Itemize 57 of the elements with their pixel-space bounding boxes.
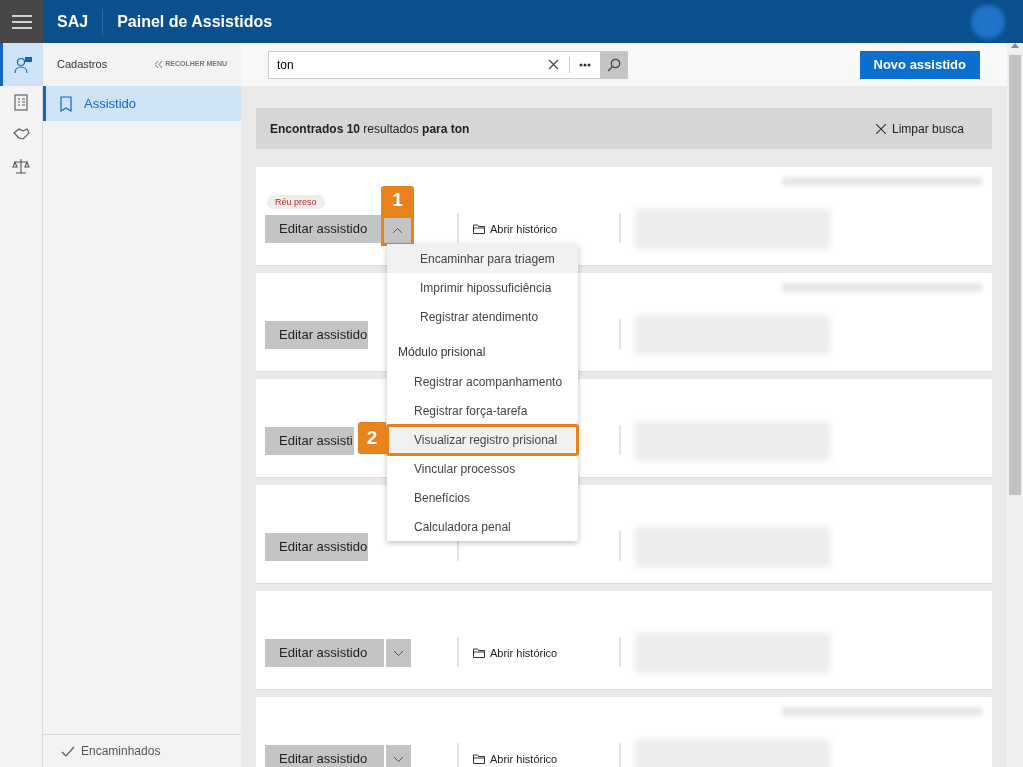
- search-icon: [606, 57, 621, 72]
- sidebar-item[interactable]: Assistido: [43, 86, 241, 121]
- results-summary: Encontrados 10 resultados para ton: [270, 120, 470, 138]
- close-icon: [875, 123, 886, 134]
- callout-number: 2: [358, 422, 386, 454]
- more-icon[interactable]: [579, 62, 591, 67]
- open-history-link[interactable]: Abrir histórico: [473, 750, 558, 767]
- edit-assisted-button[interactable]: Editar assistido: [265, 321, 369, 349]
- search-bar[interactable]: ton: [268, 50, 628, 79]
- open-history-link[interactable]: Abrir histórico: [473, 220, 558, 238]
- user-avatar[interactable]: [971, 4, 1005, 39]
- status-tag: Réu preso: [267, 195, 325, 209]
- scrollbar-thumb[interactable]: [1009, 55, 1021, 495]
- dropdown-toggle[interactable]: [381, 215, 414, 246]
- sidebar-title: Cadastros: [57, 57, 108, 73]
- edit-assisted-button[interactable]: Editar assistido: [265, 639, 384, 667]
- callout-number: 1: [381, 186, 414, 215]
- new-assisted-button[interactable]: Novo assistido: [859, 50, 980, 79]
- menu-button[interactable]: [0, 0, 43, 43]
- edit-assisted-button[interactable]: Editar assistido: [265, 745, 384, 767]
- chevron-down-icon: [394, 756, 403, 762]
- check-icon: [61, 745, 75, 757]
- menu-item[interactable]: Vincular processos: [387, 454, 578, 483]
- bookmark-icon: [60, 95, 72, 112]
- scrollbar[interactable]: [1007, 43, 1023, 767]
- menu-item[interactable]: Calculadora penal: [387, 512, 578, 541]
- forwarded-link[interactable]: Encaminhados: [81, 742, 161, 760]
- menu-item[interactable]: Registrar força-tarefa: [387, 396, 578, 425]
- edit-assisted-button[interactable]: Editar assisti: [265, 427, 354, 455]
- menu-icon: [11, 14, 32, 29]
- edit-assisted-button[interactable]: Editar assistido: [265, 533, 369, 561]
- menu-item[interactable]: Visualizar registro prisional: [386, 423, 579, 456]
- folder-icon: [473, 224, 485, 234]
- scales-icon: [12, 157, 30, 175]
- folder-icon: [473, 648, 485, 658]
- open-history-link[interactable]: Abrir histórico: [473, 644, 558, 662]
- menu-section-header: Módulo prisional: [397, 344, 487, 361]
- folder-icon: [473, 754, 485, 764]
- double-chevron-icon: [155, 61, 163, 68]
- menu-item[interactable]: Benefícios: [387, 483, 578, 512]
- clear-search-button[interactable]: Limpar busca: [875, 119, 964, 138]
- brand-name: SAJ: [57, 8, 104, 35]
- menu-item[interactable]: Encaminhar para triagem: [387, 244, 578, 273]
- menu-item[interactable]: Registrar acompanhamento: [387, 367, 578, 396]
- search-field[interactable]: ton: [269, 55, 538, 74]
- dropdown-toggle[interactable]: [386, 745, 411, 767]
- menu-item[interactable]: Registrar atendimento: [387, 302, 578, 331]
- search-button[interactable]: [600, 51, 627, 78]
- dropdown-toggle[interactable]: [386, 639, 411, 667]
- chevron-up-icon: [393, 228, 402, 233]
- menu-item[interactable]: Imprimir hipossuficiência: [387, 273, 578, 302]
- clipboard-icon: [12, 93, 30, 111]
- edit-assisted-button[interactable]: Editar assistido: [265, 215, 384, 243]
- person-icon: [13, 55, 32, 74]
- clear-icon[interactable]: [548, 59, 559, 70]
- page-title: Painel de Assistidos: [117, 11, 273, 32]
- chevron-down-icon: [394, 650, 403, 656]
